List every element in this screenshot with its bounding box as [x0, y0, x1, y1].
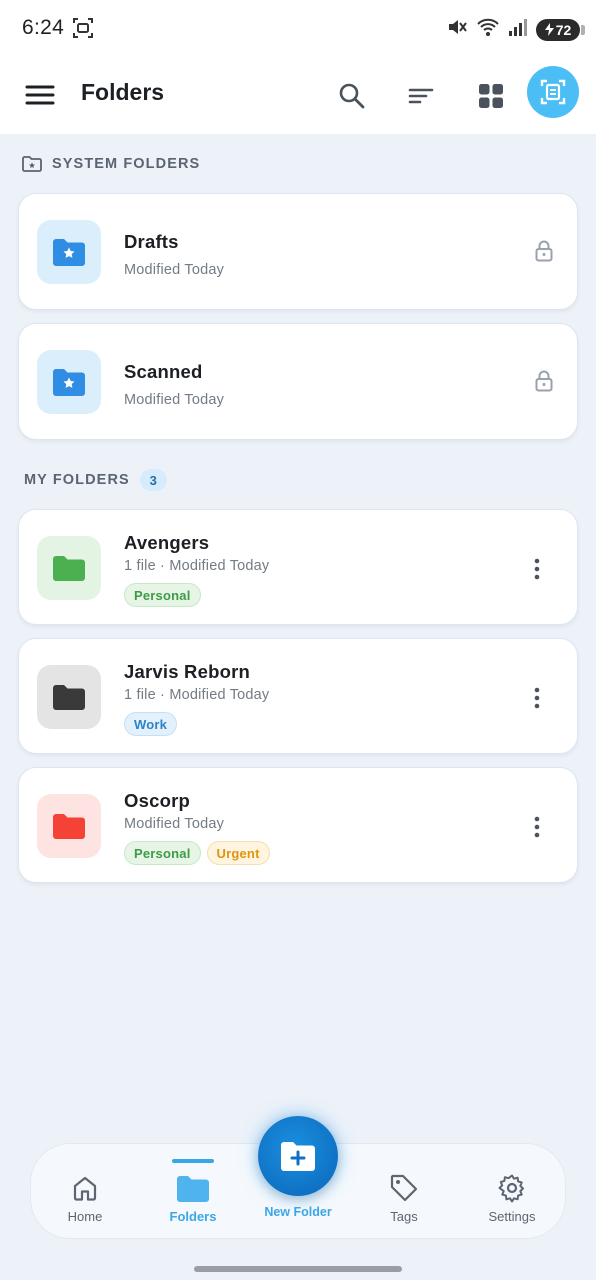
- screen-record-icon: [72, 17, 94, 44]
- nav-tags-label: Tags: [390, 1209, 418, 1224]
- mute-icon: [446, 16, 468, 43]
- battery-indicator: 72: [536, 18, 585, 41]
- gesture-home-indicator[interactable]: [194, 1266, 402, 1272]
- more-options-button[interactable]: [527, 557, 547, 581]
- tag-personal[interactable]: Personal: [124, 841, 201, 865]
- folder-meta: 1 file · Modified Today: [124, 558, 270, 574]
- nav-folders-label: Folders: [169, 1209, 217, 1224]
- more-options-button[interactable]: [527, 686, 547, 710]
- folder-icon-badge: [37, 536, 101, 600]
- tag-urgent[interactable]: Urgent: [206, 841, 270, 865]
- nav-home[interactable]: Home: [40, 1172, 130, 1224]
- gear-icon: [467, 1172, 557, 1204]
- document-scan-icon: [540, 79, 566, 105]
- search-button[interactable]: [330, 74, 374, 118]
- folder-name: Jarvis Reborn: [124, 661, 250, 682]
- folder-icon-badge: [37, 220, 101, 284]
- folder-icon: [53, 814, 85, 839]
- folder-icon-badge: [37, 350, 101, 414]
- folder-icon: [53, 685, 85, 710]
- new-folder-label: New Folder: [264, 1205, 332, 1219]
- active-tab-indicator: [172, 1159, 214, 1163]
- system-folder-icon: [22, 156, 42, 172]
- folder-tags: Personal: [124, 583, 201, 607]
- new-folder-button[interactable]: [258, 1116, 338, 1196]
- my-folders-title: MY FOLDERS: [24, 472, 130, 488]
- folder-icon: [148, 1172, 238, 1204]
- folder-card-jarvis-reborn[interactable]: Jarvis Reborn 1 file · Modified Today Wo…: [18, 638, 578, 754]
- charging-icon: [544, 23, 554, 36]
- status-bar: 6:24 72: [0, 0, 596, 58]
- folder-icon: [53, 556, 85, 581]
- add-folder-icon: [281, 1142, 315, 1171]
- battery-level: 72: [555, 21, 572, 38]
- home-icon: [40, 1172, 130, 1204]
- signal-icon: [508, 17, 528, 42]
- wifi-icon: [476, 16, 500, 43]
- tag-work[interactable]: Work: [124, 712, 178, 736]
- folder-icon-badge: [37, 665, 101, 729]
- folder-card-avengers[interactable]: Avengers 1 file · Modified Today Persona…: [18, 509, 578, 625]
- nav-settings-label: Settings: [488, 1209, 536, 1224]
- lock-icon: [535, 240, 553, 267]
- grid-view-button[interactable]: [469, 74, 513, 118]
- folder-card-oscorp[interactable]: Oscorp Modified Today Personal Urgent: [18, 767, 578, 883]
- nav-home-label: Home: [67, 1209, 103, 1224]
- search-icon: [339, 83, 365, 109]
- folder-name: Avengers: [124, 532, 210, 553]
- folder-card-scanned[interactable]: Scanned Modified Today: [18, 323, 578, 440]
- system-folders-title: SYSTEM FOLDERS: [52, 156, 201, 172]
- folder-modified: Modified Today: [124, 392, 225, 408]
- tag-personal[interactable]: Personal: [124, 583, 201, 607]
- folder-tags: Personal Urgent: [124, 841, 270, 865]
- folder-name: Drafts: [124, 231, 179, 252]
- my-folders-header: MY FOLDERS 3: [24, 469, 167, 491]
- folder-count-badge: 3: [139, 469, 167, 491]
- folder-meta: Modified Today: [124, 816, 225, 832]
- scan-button[interactable]: [527, 66, 579, 118]
- folder-name: Scanned: [124, 361, 203, 382]
- page-title: Folders: [81, 79, 165, 105]
- sort-icon: [408, 88, 434, 104]
- nav-folders[interactable]: Folders: [148, 1172, 238, 1224]
- more-options-button[interactable]: [527, 815, 547, 839]
- grid-icon: [479, 84, 503, 108]
- menu-button[interactable]: [24, 78, 58, 112]
- tag-icon: [359, 1172, 449, 1204]
- status-icons: 72: [446, 16, 585, 43]
- more-vert-icon: [534, 558, 540, 580]
- more-vert-icon: [534, 816, 540, 838]
- folder-icon-badge: [37, 794, 101, 858]
- folder-modified: Modified Today: [124, 262, 225, 278]
- system-folders-header: SYSTEM FOLDERS: [22, 155, 200, 173]
- folder-tags: Work: [124, 712, 178, 736]
- sort-button[interactable]: [399, 74, 443, 118]
- lock-icon: [535, 370, 553, 397]
- starred-folder-icon: [53, 369, 85, 396]
- status-time: 6:24: [22, 16, 65, 39]
- hamburger-icon: [25, 85, 55, 105]
- folder-card-drafts[interactable]: Drafts Modified Today: [18, 193, 578, 310]
- app-bar: Folders: [0, 58, 596, 134]
- starred-folder-icon: [53, 239, 85, 266]
- folder-meta: 1 file · Modified Today: [124, 687, 270, 703]
- folder-name: Oscorp: [124, 790, 190, 811]
- nav-settings[interactable]: Settings: [467, 1172, 557, 1224]
- nav-tags[interactable]: Tags: [359, 1172, 449, 1224]
- more-vert-icon: [534, 687, 540, 709]
